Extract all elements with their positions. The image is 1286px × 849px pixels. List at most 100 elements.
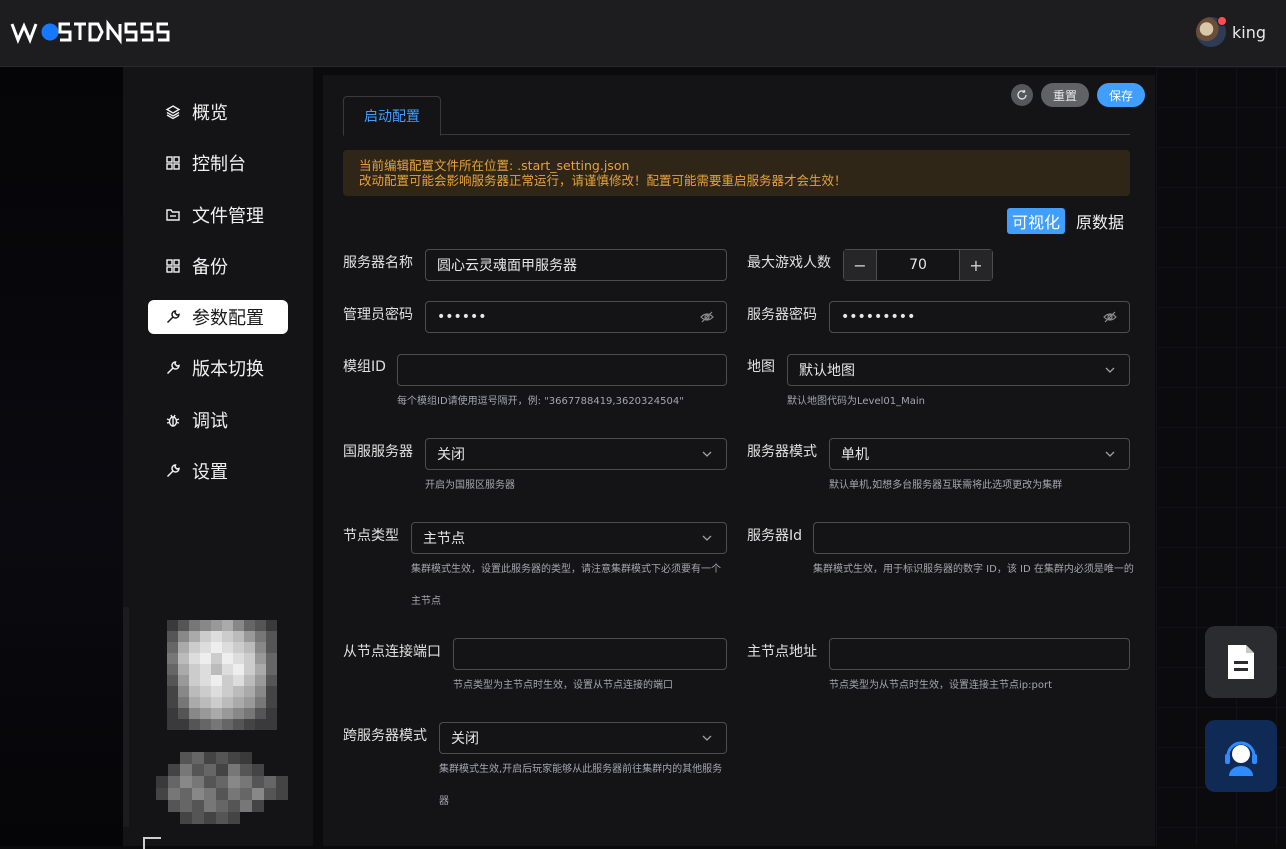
eye-off-icon[interactable]	[699, 309, 715, 325]
mod-id-hint: 每个模组ID请使用逗号隔开，例: "3667788419,3620324504"	[397, 396, 684, 407]
server-password-label: 服务器密码	[747, 307, 817, 323]
mode-visual[interactable]: 可视化	[1006, 208, 1065, 234]
folder-icon	[164, 206, 182, 224]
mode-switch: 可视化 原数据	[1006, 208, 1129, 234]
sidebar-item-label: 调试	[192, 410, 228, 432]
wrench-icon	[164, 359, 182, 377]
sidebar-item-label: 参数配置	[192, 308, 264, 330]
sidebar-item-overview[interactable]: 概览	[148, 95, 288, 129]
bug-icon	[164, 411, 182, 429]
wrench-icon	[164, 462, 182, 480]
tab-startup-config[interactable]: 启动配置	[343, 96, 441, 136]
server-mode-select[interactable]: 单机	[829, 438, 1130, 470]
mode-raw[interactable]: 原数据	[1071, 208, 1129, 234]
sidebar-item-backup[interactable]: 备份	[148, 249, 288, 283]
server-name-input[interactable]: 圆心云灵魂面甲服务器	[425, 249, 727, 281]
chevron-down-icon	[699, 530, 715, 546]
avatar[interactable]	[1195, 16, 1227, 47]
user-menu[interactable]: king	[1195, 16, 1266, 48]
sidebar-edge	[123, 607, 129, 827]
max-players-stepper[interactable]: − 70 +	[843, 249, 993, 281]
slave-port-label: 从节点连接端口	[343, 644, 441, 660]
sidebar-menu: 概览 控制台 文件管理 备份 参数配置 版本切换 调试 设置	[148, 95, 288, 505]
cross-server-value: 关闭	[451, 731, 479, 747]
sidebar-item-debug[interactable]: 调试	[148, 403, 288, 437]
wrench-icon	[164, 308, 182, 326]
server-password-input[interactable]: •••••••••	[829, 301, 1130, 333]
chevron-down-icon	[699, 446, 715, 462]
notification-dot	[1216, 16, 1227, 26]
server-mode-label: 服务器模式	[747, 444, 817, 460]
mod-id-label: 模组ID	[343, 359, 386, 375]
cross-server-select[interactable]: 关闭	[439, 722, 727, 754]
admin-password-input[interactable]: ••••••	[425, 301, 727, 333]
increment-button[interactable]: +	[959, 250, 992, 280]
node-type-select[interactable]: 主节点	[411, 522, 727, 554]
sidebar: 概览 控制台 文件管理 备份 参数配置 版本切换 调试 设置	[123, 67, 313, 849]
app-logo[interactable]	[10, 18, 180, 46]
admin-password-value: ••••••	[437, 309, 487, 325]
sidebar-item-label: 备份	[192, 256, 228, 278]
decrement-button[interactable]: −	[844, 250, 877, 280]
sidebar-item-console[interactable]: 控制台	[148, 146, 288, 180]
pixelated-image	[167, 620, 277, 730]
node-type-hint: 集群模式生效，设置此服务器的类型，请注意集群模式下必须要有一个	[411, 564, 721, 575]
slave-port-hint: 节点类型为主节点时生效，设置从节点连接的端口	[453, 680, 673, 691]
layers-icon	[164, 103, 182, 121]
server-name-value: 圆心云灵魂面甲服务器	[437, 258, 577, 274]
document-icon	[1228, 645, 1254, 679]
sidebar-item-label: 设置	[192, 462, 228, 484]
cross-server-hint-2: 器	[439, 796, 449, 807]
cross-server-hint: 集群模式生效,开启后玩家能够从此服务器前往集群内的其他服务	[439, 764, 723, 775]
master-addr-input[interactable]	[829, 638, 1130, 670]
map-hint: 默认地图代码为Level01_Main	[787, 396, 925, 407]
document-button[interactable]	[1205, 626, 1277, 698]
support-button[interactable]	[1205, 720, 1277, 792]
sidebar-item-label: 文件管理	[192, 205, 264, 227]
server-name-label: 服务器名称	[343, 255, 413, 271]
eye-off-icon[interactable]	[1102, 309, 1118, 325]
slave-port-input[interactable]	[453, 638, 727, 670]
map-select[interactable]: 默认地图	[787, 354, 1130, 386]
tab-bar: 启动配置	[343, 96, 1130, 136]
sidebar-item-label: 控制台	[192, 154, 246, 176]
main-content: 重置 保存 启动配置 当前编辑配置文件所在位置: .start_setting.…	[313, 67, 1286, 846]
chevron-down-icon	[1102, 446, 1118, 462]
username: king	[1231, 22, 1266, 42]
chevron-down-icon	[699, 730, 715, 746]
server-id-input[interactable]	[813, 522, 1130, 554]
max-players-label: 最大游戏人数	[747, 255, 831, 271]
top-bar: king	[0, 0, 1286, 67]
headset-icon	[1225, 741, 1257, 776]
max-players-value: 70	[909, 257, 927, 273]
map-label: 地图	[747, 359, 775, 375]
sidebar-item-params[interactable]: 参数配置	[148, 300, 288, 335]
master-addr-label: 主节点地址	[747, 644, 817, 660]
sidebar-item-version[interactable]: 版本切换	[148, 351, 288, 385]
node-type-value: 主节点	[423, 531, 465, 547]
server-id-label: 服务器Id	[747, 528, 803, 544]
sidebar-item-label: 版本切换	[192, 359, 264, 381]
server-mode-hint: 默认单机,如想多台服务器互联需将此选项更改为集群	[829, 480, 1063, 491]
config-panel: 重置 保存 启动配置 当前编辑配置文件所在位置: .start_setting.…	[323, 75, 1155, 846]
background-left	[0, 67, 123, 846]
grid-icon	[164, 257, 182, 275]
node-type-label: 节点类型	[343, 528, 399, 544]
warning-alert: 当前编辑配置文件所在位置: .start_setting.json 改动配置可能…	[343, 150, 1130, 196]
alert-line-2: 改动配置可能会影响服务器正常运行，请谨慎修改！配置可能需要重启服务器才会生效！	[359, 173, 847, 188]
alert-line-1: 当前编辑配置文件所在位置: .start_setting.json	[359, 158, 630, 173]
sidebar-item-settings[interactable]: 设置	[148, 454, 288, 488]
admin-password-label: 管理员密码	[343, 307, 413, 323]
server-password-value: •••••••••	[841, 309, 916, 325]
sidebar-item-files[interactable]: 文件管理	[148, 198, 288, 232]
collapse-sidebar-icon[interactable]	[143, 837, 161, 849]
sidebar-item-label: 概览	[192, 103, 228, 124]
grid-icon	[164, 154, 182, 172]
cn-server-hint: 开启为国服区服务器	[425, 480, 515, 491]
cn-server-select[interactable]: 关闭	[425, 438, 727, 470]
server-id-hint: 集群模式生效，用于标识服务器的数字 ID，该 ID 在集群内必须是唯一的	[813, 564, 1134, 575]
mod-id-input[interactable]	[397, 354, 727, 386]
server-mode-value: 单机	[841, 447, 869, 463]
master-addr-hint: 节点类型为从节点时生效，设置连接主节点ip:port	[829, 680, 1052, 691]
cross-server-label: 跨服务器模式	[343, 728, 427, 744]
